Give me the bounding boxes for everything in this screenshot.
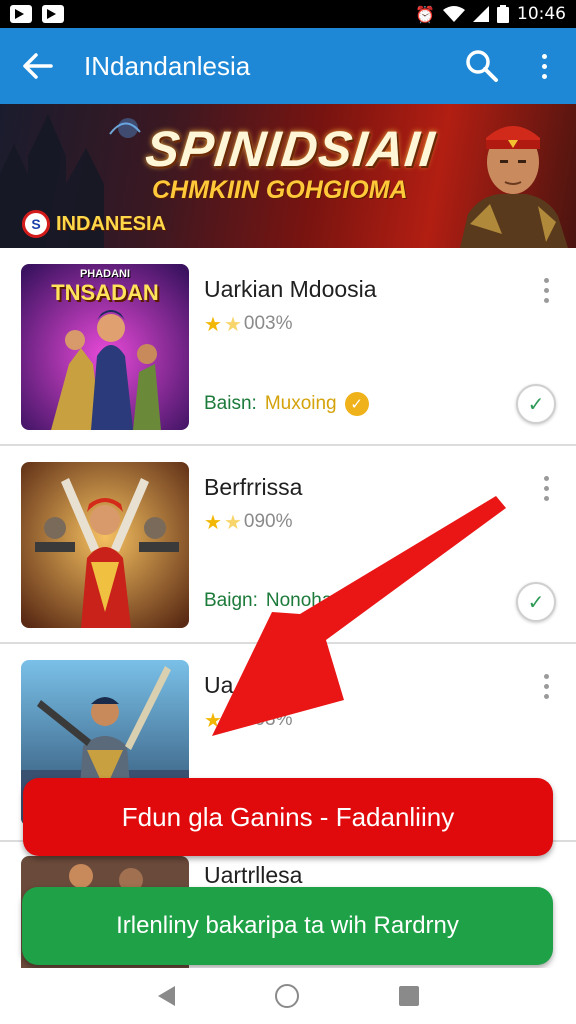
game-thumbnail[interactable]: [21, 462, 189, 628]
verified-badge-icon: ✓: [344, 392, 369, 416]
more-vert-icon: [541, 53, 547, 59]
more-vert-icon: [543, 476, 549, 481]
banner-brand: INDANESIA: [56, 212, 167, 235]
star-icon: ★: [204, 708, 222, 732]
battery-icon: [497, 5, 509, 23]
star-icon: ★: [223, 312, 242, 336]
list-item[interactable]: Berfrrissa ★ ★ 090% Baign: Nonoha ✓: [0, 446, 576, 644]
rating-value: 003%: [243, 313, 293, 334]
nav-recents-icon[interactable]: [398, 986, 419, 1006]
item-check-button[interactable]: ✓: [516, 582, 556, 622]
back-button[interactable]: [0, 28, 76, 104]
item-rating: ★ ★ 003%: [204, 708, 292, 732]
search-icon: [466, 50, 498, 82]
check-icon: ✓: [527, 590, 545, 614]
game-art-image: [21, 462, 189, 628]
hero-character-illustration: [460, 126, 568, 248]
primary-action-button[interactable]: Fdun gla Ganins - Fadanliiny: [23, 778, 553, 856]
alarm-icon: ⏰: [415, 4, 435, 24]
item-overflow-button[interactable]: [536, 476, 556, 510]
app-bar: INdandanlesia: [0, 28, 576, 104]
item-rating: ★ ★ 003%: [204, 312, 292, 336]
wifi-icon: [443, 6, 465, 22]
app-notification-icon: [42, 5, 64, 23]
star-icon: ★: [223, 708, 242, 732]
system-nav-bar: [0, 968, 576, 1024]
signal-icon: [473, 6, 489, 22]
secondary-action-button[interactable]: Irlenliny bakaripa ta wih Rardrny: [22, 887, 553, 965]
item-title: Uarkian Mdoosia: [204, 276, 377, 302]
game-thumbnail[interactable]: PHADANI TNSADAN: [21, 264, 189, 430]
more-vert-icon: [543, 278, 549, 283]
item-status: Baisn: Muxoing ✓: [204, 392, 369, 416]
item-rating: ★ ★ 090%: [204, 510, 292, 534]
check-icon: ✓: [527, 392, 545, 416]
item-title: Uartrllesa: [204, 862, 303, 888]
item-overflow-button[interactable]: [536, 278, 556, 312]
thumbnail-subtitle: PHADANI: [79, 268, 131, 280]
play-notification-icon: [10, 5, 32, 23]
item-overflow-button[interactable]: [536, 674, 556, 708]
banner-title: SPINIDSIAII: [143, 121, 438, 177]
overflow-menu-button[interactable]: [526, 48, 562, 84]
item-title: Berfrrissa: [204, 474, 303, 500]
banner-subtitle: CHMKIIN GOHGIOMA: [152, 176, 408, 204]
more-vert-icon: [543, 674, 549, 679]
nav-home-icon[interactable]: [274, 984, 299, 1008]
status-time: 10:46: [517, 4, 566, 24]
list-item[interactable]: PHADANI TNSADAN Uarkian Mdoosia ★ ★ 003%…: [0, 248, 576, 446]
status-value: Nonoha: [265, 590, 333, 611]
screen: ⏰ 10:46 INdandanlesia SPINIDSIAII CHMKII: [0, 0, 576, 1024]
rating-value: 090%: [243, 511, 293, 532]
thumbnail-title: TNSADAN: [51, 280, 159, 305]
star-icon: ★: [223, 510, 242, 534]
status-label: Baisn:: [204, 393, 257, 414]
star-icon: ★: [204, 510, 222, 534]
rating-value: 003%: [243, 709, 293, 730]
promo-banner[interactable]: SPINIDSIAII CHMKIIN GOHGIOMA S INDANESIA: [0, 104, 576, 248]
banner-brand-logo: S INDANESIA: [22, 210, 166, 238]
brand-logo-icon: S: [22, 210, 50, 238]
status-label: Baign:: [204, 590, 258, 611]
arrow-left-icon: [23, 53, 53, 79]
star-icon: ★: [204, 312, 222, 336]
status-value: Muxoing: [264, 393, 337, 414]
search-button[interactable]: [462, 46, 502, 86]
nav-back-icon[interactable]: [157, 986, 175, 1006]
item-status: Baign: Nonoha: [204, 590, 332, 612]
item-check-button[interactable]: ✓: [516, 384, 556, 424]
page-title: INdandanlesia: [84, 50, 251, 81]
status-bar: ⏰ 10:46: [0, 0, 576, 28]
item-title: Ua: [204, 672, 234, 698]
